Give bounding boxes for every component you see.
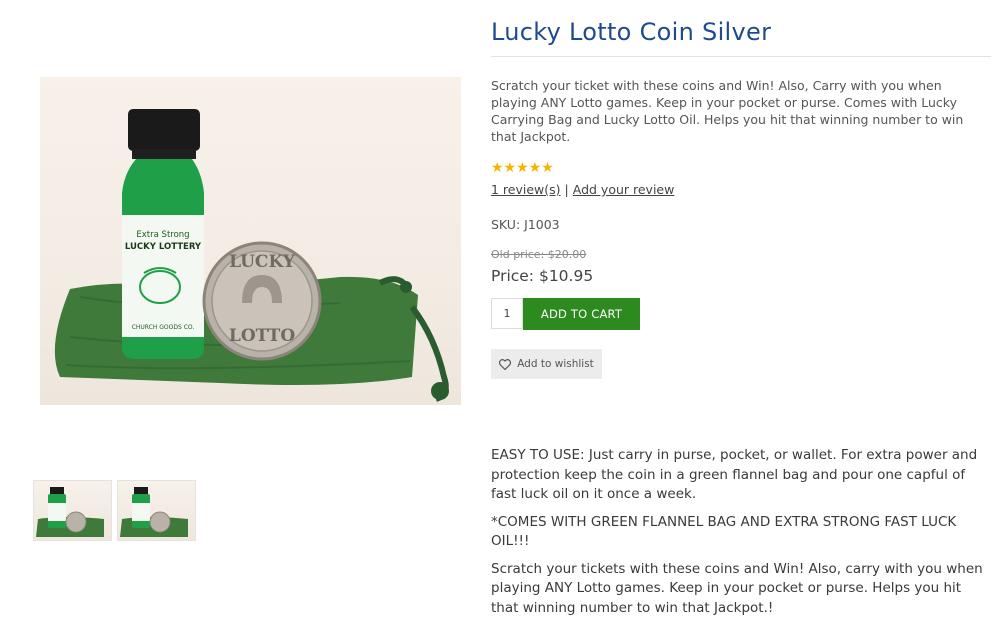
coin-text-bottom: LOTTO bbox=[229, 326, 295, 346]
rating-stars-icon: ★★★★★ bbox=[491, 160, 554, 176]
coin-text-top: LUCKY bbox=[229, 252, 296, 272]
short-description: Scratch your ticket with these coins and… bbox=[491, 78, 964, 144]
bottle-label-footer: CHURCH GOODS CO. bbox=[132, 324, 195, 331]
full-description-paragraph-1: EASY TO USE: Just carry in purse, pocket… bbox=[491, 447, 978, 502]
add-to-cart-button[interactable]: ADD TO CART bbox=[523, 298, 640, 330]
thumbnail-2[interactable] bbox=[117, 480, 196, 541]
price: Price: $10.95 bbox=[491, 267, 594, 285]
heart-icon bbox=[499, 358, 512, 370]
main-product-image[interactable]: Extra Strong LUCKY LOTTERY CHURCH GOODS … bbox=[40, 77, 461, 405]
sku: SKU: J1003 bbox=[491, 217, 560, 232]
review-separator: | bbox=[564, 182, 569, 197]
bottle-label-line1: Extra Strong bbox=[136, 230, 189, 240]
thumbnail-1-illustration bbox=[36, 487, 104, 537]
bottle-label-line2: LUCKY LOTTERY bbox=[125, 242, 202, 252]
wishlist-label: Add to wishlist bbox=[517, 358, 594, 370]
thumbnail-2-illustration bbox=[120, 487, 188, 537]
product-gallery: Extra Strong LUCKY LOTTERY CHURCH GOODS … bbox=[0, 0, 480, 623]
thumbnail-1[interactable] bbox=[33, 480, 112, 541]
reviews-count-link[interactable]: 1 review(s) bbox=[491, 182, 561, 197]
old-price: Old price: $20.00 bbox=[491, 248, 587, 261]
add-review-link[interactable]: Add your review bbox=[573, 182, 675, 197]
full-description: EASY TO USE: Just carry in purse, pocket… bbox=[491, 446, 991, 626]
quantity-input[interactable] bbox=[491, 298, 523, 329]
review-links: 1 review(s) | Add your review bbox=[491, 182, 674, 197]
full-description-paragraph-3: Scratch your tickets with these coins an… bbox=[491, 560, 983, 616]
title-divider bbox=[491, 56, 991, 57]
product-title: Lucky Lotto Coin Silver bbox=[491, 18, 772, 46]
full-description-paragraph-2: *COMES WITH GREEN FLANNEL BAG AND EXTRA … bbox=[491, 513, 957, 550]
add-to-wishlist-button[interactable]: Add to wishlist bbox=[491, 349, 602, 379]
product-photo-illustration: Extra Strong LUCKY LOTTERY CHURCH GOODS … bbox=[54, 109, 449, 402]
